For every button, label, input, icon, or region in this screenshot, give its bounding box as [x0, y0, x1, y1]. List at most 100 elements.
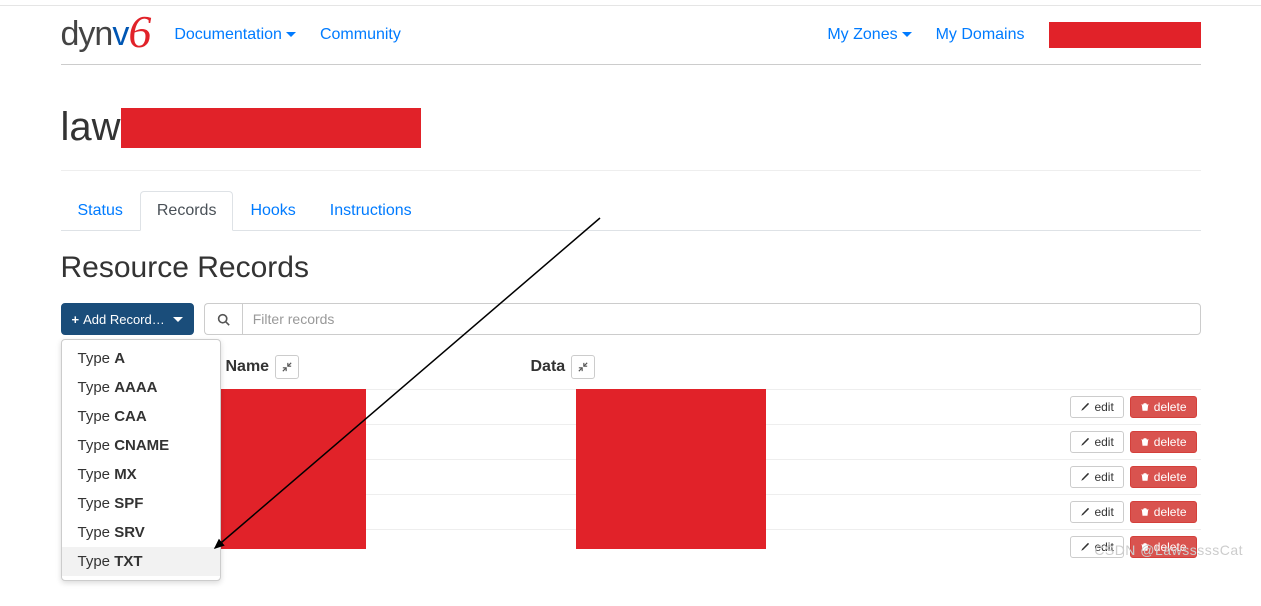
delete-label: delete — [1154, 505, 1187, 519]
collapse-icon — [578, 362, 588, 372]
logo-part3: 6 — [128, 6, 150, 57]
tab-status[interactable]: Status — [61, 191, 140, 231]
table-row: edit delete — [61, 494, 1201, 529]
nav-right: My Zones My Domains — [827, 22, 1200, 48]
type-value: SRV — [114, 524, 145, 541]
nav-documentation[interactable]: Documentation — [174, 26, 296, 44]
pencil-icon — [1080, 542, 1090, 552]
type-value: MX — [114, 466, 137, 483]
section-title: Resource Records — [61, 251, 1201, 285]
top-divider — [0, 5, 1261, 6]
row-actions: edit delete — [1070, 536, 1200, 558]
navbar: dynv6 Documentation Community My Zones M… — [61, 15, 1201, 65]
edit-label: edit — [1094, 540, 1113, 554]
page-title-prefix: law — [61, 105, 121, 150]
trash-icon — [1140, 507, 1150, 517]
edit-label: edit — [1094, 470, 1113, 484]
plus-icon: + — [72, 312, 80, 327]
type-value: AAAA — [114, 379, 157, 396]
pencil-icon — [1080, 507, 1090, 517]
type-prefix: Type — [78, 495, 115, 512]
dropdown-item-type-caa[interactable]: Type CAA — [62, 402, 220, 431]
row-actions: edit delete — [1070, 431, 1200, 453]
logo-part1: dyn — [61, 15, 113, 53]
delete-button[interactable]: delete — [1130, 431, 1197, 453]
records-table: Name Data edit delete edit delete edit delete… — [61, 345, 1201, 564]
pencil-icon — [1080, 437, 1090, 447]
dropdown-item-type-mx[interactable]: Type MX — [62, 460, 220, 489]
edit-button[interactable]: edit — [1070, 536, 1123, 558]
delete-label: delete — [1154, 470, 1187, 484]
type-value: SPF — [114, 495, 143, 512]
dropdown-item-type-txt[interactable]: Type TXT — [62, 547, 220, 576]
nav-documentation-label: Documentation — [174, 26, 282, 43]
column-data-label: Data — [531, 358, 566, 376]
type-prefix: Type — [78, 553, 115, 570]
type-value: CNAME — [114, 437, 169, 454]
edit-button[interactable]: edit — [1070, 431, 1123, 453]
nav-my-zones[interactable]: My Zones — [827, 26, 911, 44]
table-header-row: Name Data — [61, 345, 1201, 389]
collapse-icon — [282, 362, 292, 372]
pencil-icon — [1080, 472, 1090, 482]
toolbar: + Add Record… Type AType AAAAType CAATyp… — [61, 303, 1201, 335]
tab-records[interactable]: Records — [140, 191, 234, 231]
add-record-dropdown: Type AType AAAAType CAAType CNAMEType MX… — [61, 339, 221, 581]
column-header-data: Data — [531, 355, 1201, 379]
dropdown-item-type-aaaa[interactable]: Type AAAA — [62, 373, 220, 402]
table-row: edit delete — [61, 459, 1201, 494]
tab-instructions[interactable]: Instructions — [313, 191, 429, 231]
edit-button[interactable]: edit — [1070, 396, 1123, 418]
type-prefix: Type — [78, 524, 115, 541]
nav-my-zones-label: My Zones — [827, 26, 897, 43]
type-value: TXT — [114, 553, 142, 570]
row-actions: edit delete — [1070, 396, 1200, 418]
trash-icon — [1140, 472, 1150, 482]
delete-button[interactable]: delete — [1130, 396, 1197, 418]
table-row: edit delete — [61, 389, 1201, 424]
edit-label: edit — [1094, 435, 1113, 449]
delete-label: delete — [1154, 435, 1187, 449]
row-actions: edit delete — [1070, 501, 1200, 523]
dropdown-item-type-a[interactable]: Type A — [62, 344, 220, 373]
dropdown-item-type-cname[interactable]: Type CNAME — [62, 431, 220, 460]
type-prefix: Type — [78, 437, 115, 454]
nav-left: dynv6 Documentation Community — [61, 15, 401, 54]
row-actions: edit delete — [1070, 466, 1200, 488]
tab-hooks[interactable]: Hooks — [233, 191, 312, 231]
caret-down-icon — [286, 32, 296, 37]
search-icon-wrap — [204, 303, 242, 335]
page-title: law — [61, 105, 1201, 150]
collapse-name-button[interactable] — [275, 355, 299, 379]
nav-community[interactable]: Community — [320, 26, 401, 44]
edit-button[interactable]: edit — [1070, 466, 1123, 488]
add-record-label: Add Record… — [83, 312, 165, 327]
logo[interactable]: dynv6 — [61, 15, 151, 54]
delete-button[interactable]: delete — [1130, 466, 1197, 488]
nav-my-domains[interactable]: My Domains — [936, 26, 1025, 44]
edit-label: edit — [1094, 400, 1113, 414]
table-row: edit delete — [61, 424, 1201, 459]
caret-down-icon — [902, 32, 912, 37]
redacted-user-area — [1049, 22, 1201, 48]
delete-button[interactable]: delete — [1130, 501, 1197, 523]
search-icon — [217, 313, 230, 326]
trash-icon — [1140, 437, 1150, 447]
redacted-zone-name — [121, 108, 421, 148]
table-body: edit delete edit delete edit delete edit delete… — [61, 389, 1201, 564]
add-record-button[interactable]: + Add Record… — [61, 303, 194, 335]
table-row: edit delete — [61, 529, 1201, 564]
delete-label: delete — [1154, 540, 1187, 554]
delete-button[interactable]: delete — [1130, 536, 1197, 558]
type-value: CAA — [114, 408, 147, 425]
dropdown-item-type-srv[interactable]: Type SRV — [62, 518, 220, 547]
column-name-label: Name — [226, 358, 270, 376]
filter-input[interactable] — [242, 303, 1201, 335]
edit-button[interactable]: edit — [1070, 501, 1123, 523]
collapse-data-button[interactable] — [571, 355, 595, 379]
pencil-icon — [1080, 402, 1090, 412]
tabs: Status Records Hooks Instructions — [61, 191, 1201, 231]
dropdown-item-type-spf[interactable]: Type SPF — [62, 489, 220, 518]
filter-group — [204, 303, 1201, 335]
type-prefix: Type — [78, 408, 115, 425]
